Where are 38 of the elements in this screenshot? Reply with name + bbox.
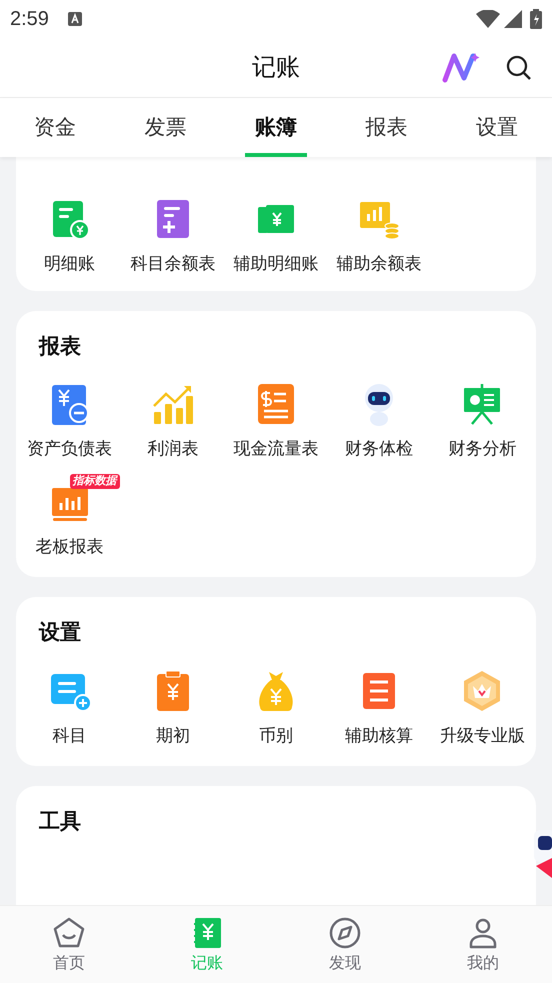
menu-item[interactable]: 辅助余额表 [336,251,422,276]
tab[interactable]: 发票 [110,98,221,157]
menu-item[interactable]: 科目余额表 [130,251,216,276]
menu-item[interactable]: 老板报表 [36,534,104,559]
keyboard-icon [66,11,83,27]
menu-item[interactable]: 明细账 [44,251,96,276]
battery-icon [530,9,542,29]
menu-item[interactable]: 期初 [156,722,190,748]
compass-icon [328,916,362,950]
menu-item[interactable]: 升级专业版 [440,722,525,748]
section-title: 工具 [38,809,82,835]
tab[interactable]: 报表 [331,98,442,157]
section-title: 设置 [38,620,82,646]
tab[interactable]: 设置 [442,98,552,157]
nav-item[interactable]: 首页 [0,906,138,983]
menu-item[interactable]: 科目 [52,722,87,748]
home-icon [52,916,86,950]
wifi-icon [476,10,500,28]
menu-item[interactable]: 利润表 [147,436,198,462]
menu-item[interactable]: 现金流量表 [233,436,318,462]
menu-item[interactable]: 财务分析 [448,436,516,462]
menu-item[interactable]: 资产负债表 [27,436,112,462]
status-time: 2:59 [10,7,49,32]
item-badge: 指标数据 [70,474,120,488]
menu-item[interactable]: 辅助明细账 [233,251,318,276]
tab[interactable]: 账簿 [220,98,332,157]
tab[interactable]: 资金 [0,98,110,157]
sparkle-logo-icon[interactable] [442,52,480,84]
nav-item[interactable]: 我的 [414,906,552,983]
menu-item[interactable]: 辅助核算 [345,722,414,748]
nav-item[interactable]: 发现 [276,906,414,983]
tab-indicator [245,153,308,157]
signal-icon [504,10,522,28]
menu-item[interactable]: 币别 [258,722,293,748]
page-title: 记账 [252,52,300,82]
section-title: 报表 [38,334,82,360]
menu-item[interactable]: 财务体检 [345,436,414,462]
search-icon[interactable] [506,55,532,81]
